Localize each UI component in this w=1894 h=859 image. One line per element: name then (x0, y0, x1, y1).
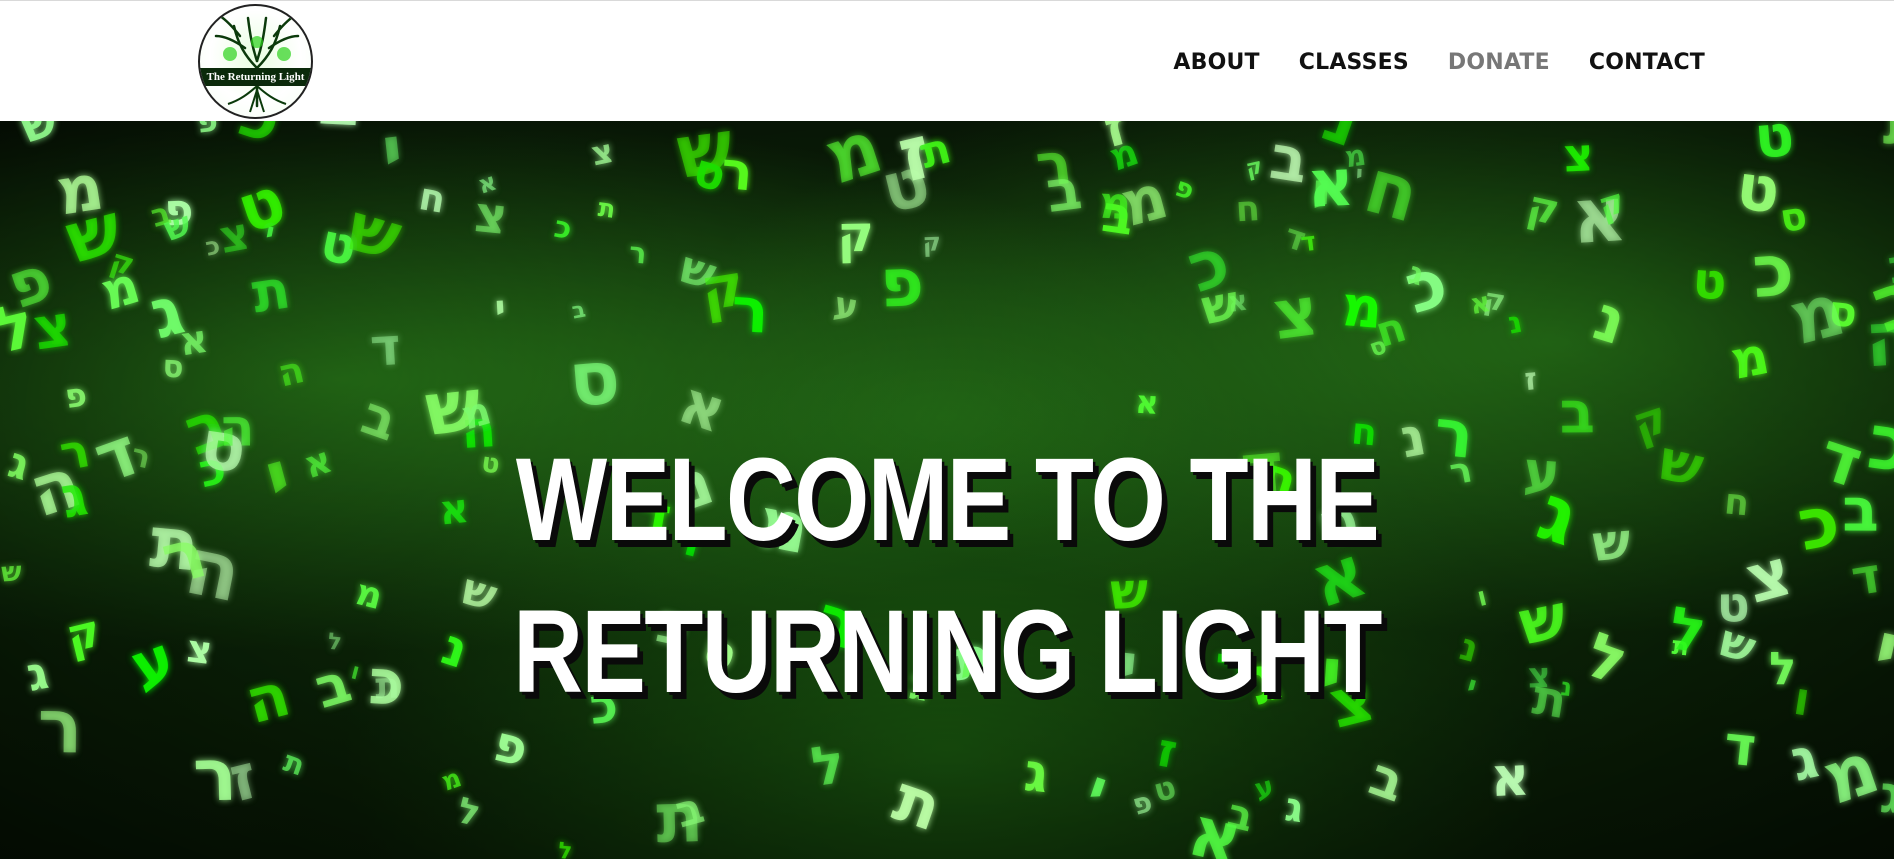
hebrew-letter-glyph: ת (279, 744, 309, 783)
hebrew-letter-glyph: ק (1523, 180, 1564, 235)
hebrew-letter-glyph: ג (143, 271, 192, 355)
site-logo[interactable]: The Returning Light (198, 4, 313, 119)
hebrew-letter-glyph: ק (1244, 154, 1265, 182)
hebrew-letter-glyph: ח (1235, 189, 1261, 230)
hebrew-letter-glyph: פ (62, 374, 89, 416)
hebrew-letter-glyph: ל (557, 838, 573, 859)
hebrew-letter-glyph: י (1867, 603, 1894, 694)
site-header: The Returning Light ABOUT CLASSES DONATE… (0, 0, 1894, 121)
hero-title-line-2: RETURNING LIGHT (513, 586, 1382, 719)
hebrew-letter-glyph: ל (453, 790, 484, 835)
hebrew-letter-glyph: פ (879, 243, 925, 322)
hebrew-letter-glyph: ג (1282, 784, 1307, 832)
hebrew-letter-glyph: ק (61, 604, 106, 663)
hebrew-letter-glyph: ט (1691, 251, 1729, 311)
hero-section: הוקבאכחבעמשוטאהתשרשגטאבתדפאאנמנוסמדפמתשפ… (0, 121, 1894, 859)
hebrew-letter-glyph: ט (1752, 121, 1797, 172)
hebrew-letter-glyph: ג (1021, 742, 1051, 805)
hebrew-letter-glyph: ט (1149, 768, 1180, 810)
hebrew-letter-glyph: ר (628, 235, 648, 270)
nav-item-classes[interactable]: CLASSES (1299, 49, 1409, 77)
hebrew-letter-glyph: ת (1882, 121, 1894, 160)
hebrew-letter-glyph: י (1797, 121, 1817, 134)
hebrew-letter-glyph: ז (1097, 121, 1133, 160)
hebrew-letter-glyph: מ (1726, 326, 1774, 392)
hebrew-letter-glyph: ל (807, 732, 848, 799)
hebrew-letter-glyph: ר (730, 273, 771, 348)
main-nav: ABOUT CLASSES DONATE CONTACT (1173, 49, 1705, 77)
hebrew-letter-glyph: א (1181, 789, 1250, 859)
hebrew-letter-glyph: ז (1523, 361, 1539, 398)
hebrew-letter-glyph: כ (1178, 222, 1240, 309)
nav-item-about[interactable]: ABOUT (1173, 49, 1259, 77)
hebrew-letter-glyph: פ (1171, 172, 1198, 207)
hebrew-letter-glyph: מ (1781, 267, 1854, 363)
hebrew-letter-glyph: ד (368, 317, 402, 379)
hebrew-letter-glyph: מ (1812, 725, 1889, 821)
hebrew-letter-glyph: ג (22, 645, 52, 702)
hebrew-letter-glyph: ה (274, 348, 309, 396)
hebrew-letter-glyph: ק (837, 205, 875, 264)
hebrew-letter-glyph: מ (815, 121, 893, 202)
logo-text: The Returning Light (200, 68, 311, 86)
hero-title: WELCOME TO THE RETURNING LIGHT (170, 424, 1723, 728)
hebrew-letter-glyph: כ (1863, 397, 1894, 491)
hebrew-letter-glyph: ח (1356, 141, 1429, 240)
hebrew-letter-glyph: א (1135, 383, 1160, 422)
hebrew-letter-glyph: ק (922, 227, 942, 257)
hebrew-letter-glyph: ת (885, 761, 951, 846)
hebrew-letter-glyph: ס (1777, 194, 1810, 243)
hebrew-letter-glyph: נ (1586, 281, 1635, 359)
hebrew-letter-glyph: ב (1043, 156, 1086, 226)
hebrew-letter-glyph: ב (570, 297, 588, 324)
hebrew-letter-glyph: צ (316, 121, 366, 142)
hebrew-letter-glyph: צ (588, 131, 617, 174)
hebrew-letter-glyph: א (1489, 744, 1531, 809)
hebrew-letter-glyph: ס (565, 332, 623, 424)
hebrew-letter-glyph: כ (551, 210, 574, 248)
hebrew-letter-glyph: מ (1098, 178, 1132, 230)
hebrew-letter-glyph: ע (830, 284, 861, 329)
nav-item-contact[interactable]: CONTACT (1589, 49, 1705, 77)
hebrew-letter-glyph: ח (1723, 481, 1752, 524)
hebrew-letter-glyph: ד (1847, 547, 1884, 608)
hebrew-letter-glyph: מ (1343, 138, 1369, 175)
hebrew-letter-glyph: ל (1769, 642, 1796, 695)
hebrew-letter-glyph: ש (14, 121, 64, 155)
hebrew-letter-glyph: י (493, 287, 507, 331)
nav-item-donate[interactable]: DONATE (1448, 49, 1550, 77)
hebrew-letter-glyph: ג (1878, 765, 1894, 826)
hebrew-letter-glyph: ש (0, 556, 23, 588)
tree-of-life-icon (214, 14, 300, 113)
hebrew-letter-glyph: ד (1721, 713, 1759, 779)
hebrew-letter-glyph: ש (339, 187, 410, 276)
hebrew-letter-glyph: ת (596, 193, 617, 224)
hebrew-letter-glyph: כ (230, 121, 291, 160)
hebrew-letter-glyph: ח (416, 174, 449, 222)
hebrew-letter-glyph: פ (1128, 784, 1156, 822)
hebrew-letter-glyph: ת (248, 256, 295, 325)
hebrew-letter-glyph: צ (1269, 272, 1323, 356)
hebrew-letter-glyph: י (1080, 757, 1116, 822)
hebrew-letter-glyph: פ (195, 121, 220, 141)
hebrew-letter-glyph: נ (1505, 305, 1525, 342)
hebrew-letter-glyph: י (378, 121, 408, 193)
hebrew-letter-glyph: מ (438, 763, 466, 798)
hero-title-line-1: WELCOME TO THE (515, 434, 1380, 567)
hebrew-letter-glyph: ב (1362, 746, 1413, 814)
hebrew-letter-glyph: ש (57, 187, 129, 280)
